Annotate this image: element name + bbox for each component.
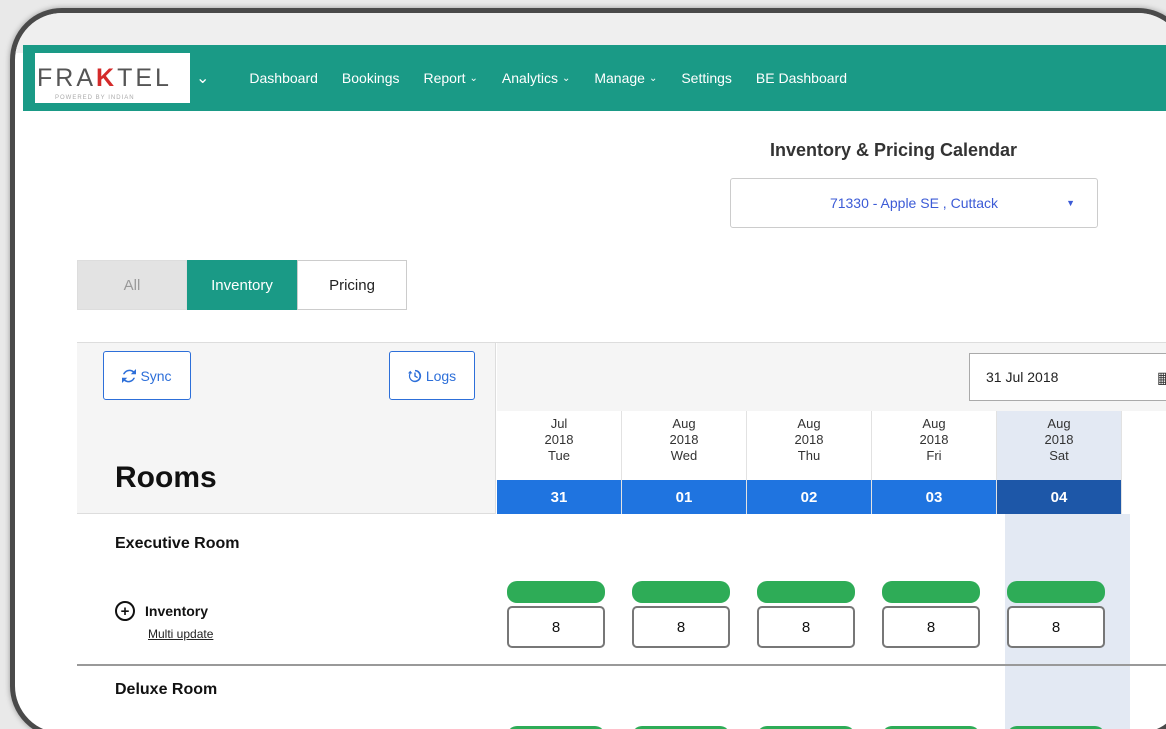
nav-item-settings[interactable]: Settings	[681, 70, 732, 86]
inventory-input[interactable]: 8	[507, 606, 605, 648]
day-header-text: Aug 2018 Sat	[997, 411, 1121, 464]
day-header: Aug 2018 Fri 03	[872, 411, 997, 514]
nav-item-label: BE Dashboard	[755, 70, 847, 86]
day-header-text: Aug 2018 Fri	[872, 411, 996, 464]
nav-item-label: Analytics	[501, 70, 558, 86]
top-navbar: FRAKTEL POWERED BY INDIAN ⌄ Dashboard Boo…	[23, 45, 1166, 111]
day-dow: Wed	[670, 448, 698, 463]
day-header-text: Aug 2018 Thu	[747, 411, 871, 464]
room-name-2: Deluxe Room	[115, 681, 218, 698]
nav-menu: Dashboard Bookings Report ⌄ Analytics ⌄ Manage…	[249, 70, 871, 86]
nav-item-label: Dashboard	[249, 70, 318, 86]
inventory-row-label: + Inventory	[115, 601, 208, 621]
property-select[interactable]: 71330 - Apple SE , Cuttack ▼	[730, 178, 1098, 228]
nav-item-label: Bookings	[341, 70, 400, 86]
brand-logo[interactable]: FRAKTEL POWERED BY INDIAN	[35, 53, 190, 103]
toggle-all[interactable]: All	[77, 260, 187, 310]
nav-item-be-dashboard[interactable]: BE Dashboard	[756, 70, 847, 86]
day-number: 31	[497, 480, 621, 514]
toggle-pricing[interactable]: Pricing	[297, 260, 407, 310]
availability-bar[interactable]	[882, 581, 980, 603]
day-header: Jul 2018 Tue 31	[497, 411, 622, 514]
day-number: 04	[997, 480, 1121, 514]
nav-item-label: Settings	[681, 70, 732, 86]
nav-item-label: Manage	[594, 70, 645, 86]
logs-button[interactable]: Logs	[389, 351, 475, 400]
day-year: 2018	[1044, 432, 1074, 447]
caret-down-icon: ▼	[1066, 198, 1075, 208]
nav-item-bookings[interactable]: Bookings	[342, 70, 400, 86]
view-toggle: All Inventory Pricing	[77, 260, 407, 310]
sync-label: Sync	[140, 367, 172, 384]
day-dow: Fri	[926, 448, 942, 463]
day-header: Aug 2018 Wed 01	[622, 411, 747, 514]
calendar-icon[interactable]: ▦	[1157, 368, 1166, 388]
grid-left-header: Sync Logs Rooms	[77, 343, 496, 514]
date-picker-input[interactable]: 31 Jul 2018 ▦	[969, 353, 1166, 401]
day-header-text: Jul 2018 Tue	[497, 411, 621, 464]
refresh-icon	[122, 368, 137, 383]
day-number: 02	[747, 480, 871, 514]
logo-text: FRAKTEL	[37, 63, 172, 92]
day-number: 01	[622, 480, 746, 514]
day-month: Jul	[550, 416, 568, 431]
day-year: 2018	[544, 432, 574, 447]
availability-bar[interactable]	[632, 581, 730, 603]
availability-bar[interactable]	[507, 581, 605, 603]
chevron-down-icon: ⌄	[469, 72, 478, 84]
nav-item-dashboard[interactable]: Dashboard	[249, 70, 318, 86]
inventory-input[interactable]: 8	[882, 606, 980, 648]
availability-bar[interactable]	[1007, 581, 1105, 603]
room-divider	[77, 664, 1166, 666]
nav-item-report[interactable]: Report ⌄	[424, 70, 478, 86]
day-year: 2018	[669, 432, 699, 447]
day-header: Aug 2018 Thu 02	[747, 411, 872, 514]
nav-item-analytics[interactable]: Analytics ⌄	[502, 70, 570, 86]
day-dow: Thu	[797, 448, 821, 463]
nav-item-label: Report	[423, 70, 466, 86]
plus-circle-icon[interactable]: +	[115, 601, 135, 621]
inventory-input[interactable]: 8	[757, 606, 855, 648]
inventory-label: Inventory	[145, 603, 209, 619]
multi-update-link[interactable]: Multi update	[148, 627, 213, 641]
day-year: 2018	[919, 432, 949, 447]
day-dow: Sat	[1049, 448, 1069, 463]
grid-right-header: 31 Jul 2018 ▦	[497, 343, 1166, 411]
day-header-text: Aug 2018 Wed	[622, 411, 746, 464]
logo-tagline: POWERED BY INDIAN	[55, 95, 135, 101]
nav-item-manage[interactable]: Manage ⌄	[594, 70, 657, 86]
chevron-down-icon: ⌄	[648, 72, 658, 84]
day-month: Aug	[672, 416, 696, 431]
day-year: 2018	[794, 432, 824, 447]
date-value: 31 Jul 2018	[986, 369, 1059, 385]
toggle-inventory[interactable]: Inventory	[187, 260, 297, 310]
availability-bar[interactable]	[757, 581, 855, 603]
inventory-input[interactable]: 8	[632, 606, 730, 648]
sync-button[interactable]: Sync	[103, 351, 191, 400]
property-select-value: 71330 - Apple SE , Cuttack	[829, 195, 999, 211]
day-dow: Tue	[548, 448, 570, 463]
page-title: Inventory & Pricing Calendar	[770, 140, 1018, 160]
chevron-down-icon: ⌄	[561, 72, 571, 84]
day-header: Aug 2018 Sat 04	[997, 411, 1122, 514]
chevron-down-icon[interactable]: ⌄	[196, 68, 209, 88]
day-number: 03	[872, 480, 996, 514]
inventory-input[interactable]: 8	[1007, 606, 1105, 648]
logs-label: Logs	[425, 367, 457, 384]
day-month: Aug	[922, 416, 946, 431]
day-month: Aug	[797, 416, 821, 431]
day-month: Aug	[1047, 416, 1071, 431]
calendar-grid: Sync Logs Rooms 31 Jul 2018 ▦ Jul 2018 Tue…	[77, 342, 1166, 729]
room-name: Executive Room	[115, 535, 240, 552]
rooms-heading: Rooms	[115, 461, 217, 494]
history-icon	[407, 369, 421, 382]
